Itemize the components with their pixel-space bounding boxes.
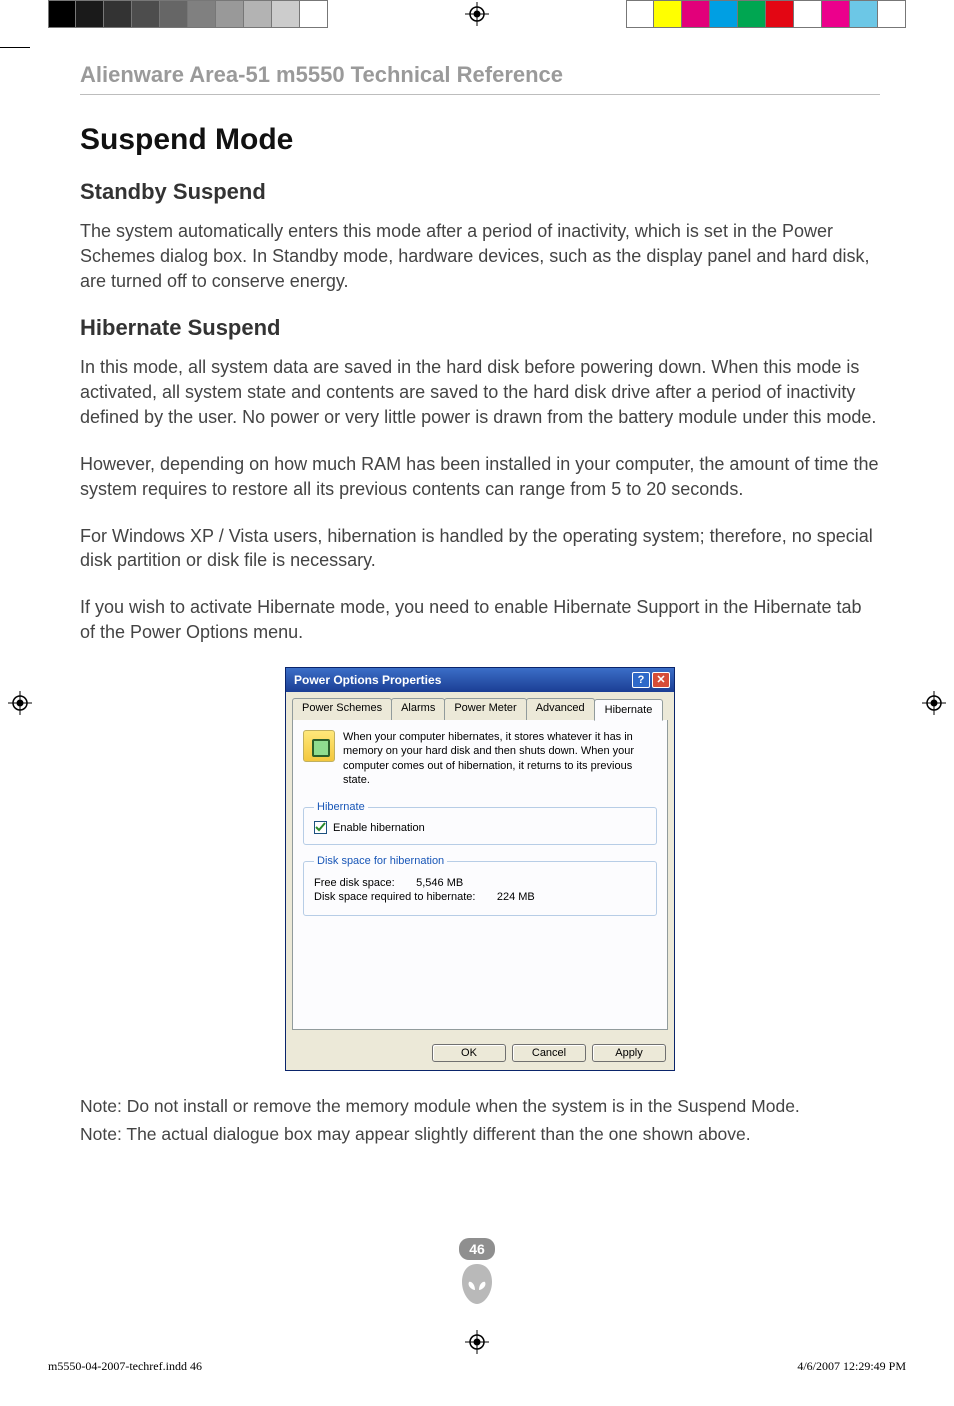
swatch (216, 0, 244, 28)
hibernate-group: Hibernate Enable hibernation (303, 801, 657, 845)
ok-button[interactable]: OK (432, 1044, 506, 1062)
hibernate-icon (303, 730, 335, 762)
swatch (682, 0, 710, 28)
swatch (794, 0, 822, 28)
registration-mark-icon (465, 2, 489, 26)
free-disk-label: Free disk space: (314, 877, 395, 889)
enable-hibernation-label: Enable hibernation (333, 822, 425, 834)
tab-hibernate[interactable]: Hibernate (594, 699, 664, 721)
swatch (272, 0, 300, 28)
req-disk-value: 224 MB (497, 891, 535, 903)
swatch (710, 0, 738, 28)
tab-power-schemes[interactable]: Power Schemes (292, 698, 392, 720)
registration-mark-icon (922, 691, 946, 715)
hibernate-description: When your computer hibernates, it stores… (343, 730, 657, 787)
standby-heading: Standby Suspend (80, 179, 880, 205)
swatch (300, 0, 328, 28)
color-bar (626, 0, 906, 28)
tab-strip: Power Schemes Alarms Power Meter Advance… (286, 692, 674, 720)
swatch (822, 0, 850, 28)
help-button[interactable]: ? (632, 672, 650, 688)
hibernate-p3: For Windows XP / Vista users, hibernatio… (80, 524, 880, 574)
swatch (76, 0, 104, 28)
hibernate-p2: However, depending on how much RAM has b… (80, 452, 880, 502)
power-options-dialog: Power Options Properties ? ✕ Power Schem… (285, 667, 675, 1071)
tab-advanced[interactable]: Advanced (526, 698, 595, 720)
dialog-title: Power Options Properties (294, 673, 441, 687)
registration-mark-icon (465, 1330, 489, 1354)
disk-space-legend: Disk space for hibernation (314, 855, 447, 867)
swatch (244, 0, 272, 28)
enable-hibernation-checkbox[interactable] (314, 821, 327, 834)
swatch (850, 0, 878, 28)
running-header: Alienware Area-51 m5550 Technical Refere… (80, 62, 880, 95)
swatch (160, 0, 188, 28)
page-footer-badge: 46 (458, 1238, 496, 1306)
dialog-titlebar: Power Options Properties ? ✕ (286, 668, 674, 692)
dialog-button-row: OK Cancel Apply (286, 1036, 674, 1070)
crop-mark (0, 47, 30, 48)
swatch (626, 0, 654, 28)
req-disk-label: Disk space required to hibernate: (314, 891, 475, 903)
page-content: Alienware Area-51 m5550 Technical Refere… (80, 62, 880, 1150)
swatch (878, 0, 906, 28)
tab-power-meter[interactable]: Power Meter (444, 698, 526, 720)
swatch (654, 0, 682, 28)
close-button[interactable]: ✕ (652, 672, 670, 688)
hibernate-p1: In this mode, all system data are saved … (80, 355, 880, 429)
disk-space-group: Disk space for hibernation Free disk spa… (303, 855, 657, 916)
dialog-screenshot: Power Options Properties ? ✕ Power Schem… (285, 667, 675, 1071)
alienware-logo-icon (458, 1262, 496, 1306)
slug-right: 4/6/2007 12:29:49 PM (797, 1359, 906, 1374)
tab-body: When your computer hibernates, it stores… (292, 720, 668, 1030)
free-disk-value: 5,546 MB (416, 877, 463, 889)
slug-left: m5550-04-2007-techref.indd 46 (48, 1359, 202, 1374)
note-2: Note: The actual dialogue box may appear… (80, 1123, 880, 1147)
standby-paragraph: The system automatically enters this mod… (80, 219, 880, 293)
hibernate-p4: If you wish to activate Hibernate mode, … (80, 595, 880, 645)
swatch (188, 0, 216, 28)
note-1: Note: Do not install or remove the memor… (80, 1095, 880, 1119)
swatch (48, 0, 76, 28)
apply-button[interactable]: Apply (592, 1044, 666, 1062)
grayscale-bar (48, 0, 328, 28)
section-title: Suspend Mode (80, 123, 880, 157)
swatch (132, 0, 160, 28)
swatch (104, 0, 132, 28)
registration-mark-icon (8, 691, 32, 715)
cancel-button[interactable]: Cancel (512, 1044, 586, 1062)
imposition-slug: m5550-04-2007-techref.indd 46 4/6/2007 1… (48, 1359, 906, 1374)
hibernate-heading: Hibernate Suspend (80, 315, 880, 341)
swatch (738, 0, 766, 28)
page-number: 46 (459, 1238, 495, 1260)
hibernate-group-legend: Hibernate (314, 801, 368, 813)
tab-alarms[interactable]: Alarms (391, 698, 445, 720)
swatch (766, 0, 794, 28)
